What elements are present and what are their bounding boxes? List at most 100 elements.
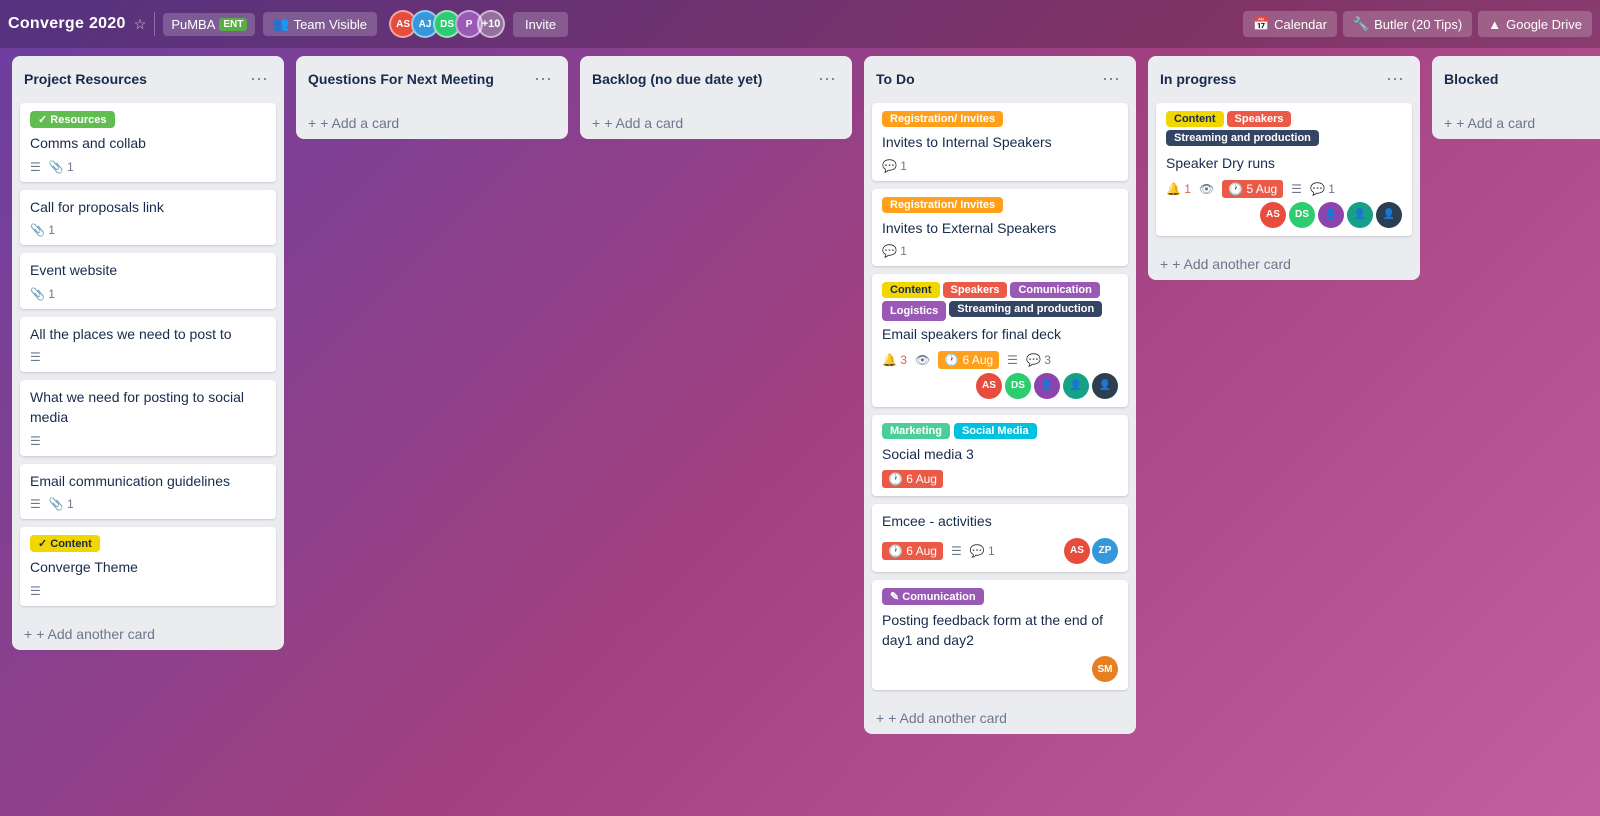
card-meta: SM: [882, 656, 1118, 682]
card-meta: ☰ 📎 1: [30, 497, 266, 511]
attachment-count: 📎 1: [30, 223, 55, 237]
plus-icon: +: [308, 115, 316, 131]
list-cards: [580, 99, 852, 107]
comment-count: 💬 1: [882, 244, 907, 258]
star-icon[interactable]: ☆: [134, 16, 147, 33]
google-drive-button[interactable]: ▲ Google Drive: [1478, 11, 1592, 37]
label-speakers: Speakers: [943, 282, 1008, 298]
pumba-label: PuMBA: [171, 17, 215, 32]
card-avatar-zp: ZP: [1092, 538, 1118, 564]
checklist-icon: ☰: [30, 350, 41, 364]
card-title: Event website: [30, 261, 266, 281]
list-backlog: Backlog (no due date yet) ··· + + Add a …: [580, 56, 852, 139]
list-header: Backlog (no due date yet) ···: [580, 56, 852, 99]
card-internal-speakers[interactable]: Registration/ Invites Invites to Interna…: [872, 103, 1128, 181]
checklist-icon: ☰: [30, 497, 41, 511]
card-title: Comms and collab: [30, 134, 266, 154]
team-visible-label: Team Visible: [294, 17, 367, 32]
calendar-icon: 📅: [1253, 16, 1269, 32]
team-icon: 👥: [273, 16, 289, 32]
list-title: Questions For Next Meeting: [308, 71, 530, 87]
due-date: 🕐 5 Aug: [1222, 180, 1283, 198]
plus-icon: +: [1444, 115, 1452, 131]
card-avatar-as: AS: [1260, 202, 1286, 228]
card-converge-theme[interactable]: ✓ Content Converge Theme ☰: [20, 527, 276, 606]
label-marketing: Marketing: [882, 423, 950, 439]
pumba-button[interactable]: PuMBA ENT: [163, 13, 255, 36]
card-meta: 🕐 6 Aug: [882, 470, 1118, 488]
card-social-media-3[interactable]: Marketing Social Media Social media 3 🕐 …: [872, 415, 1128, 497]
checklist-icon: ☰: [951, 544, 962, 558]
list-to-do: To Do ··· Registration/ Invites Invites …: [864, 56, 1136, 734]
list-title: To Do: [876, 71, 1098, 87]
label-registration: Registration/ Invites: [882, 111, 1003, 127]
card-email-guidelines[interactable]: Email communication guidelines ☰ 📎 1: [20, 464, 276, 520]
card-call-proposals[interactable]: Call for proposals link 📎 1: [20, 190, 276, 246]
card-event-website[interactable]: Event website 📎 1: [20, 253, 276, 309]
header-divider: [154, 12, 155, 36]
list-project-resources: Project Resources ··· ✓ Resources Comms …: [12, 56, 284, 650]
header-actions: 📅 Calendar 🔧 Butler (20 Tips) ▲ Google D…: [1243, 11, 1592, 37]
add-card-button[interactable]: + + Add a card: [296, 107, 568, 139]
comment-count: 💬 3: [1026, 353, 1051, 367]
card-meta: 🕐 6 Aug ☰ 💬 1 AS ZP: [882, 538, 1118, 564]
card-emcee-activities[interactable]: Emcee - activities 🕐 6 Aug ☰ 💬 1 AS ZP: [872, 504, 1128, 572]
list-menu-button[interactable]: ···: [814, 66, 840, 91]
card-title: Posting feedback form at the end of day1…: [882, 611, 1118, 650]
card-meta: 💬 1: [882, 244, 1118, 258]
team-visible-button[interactable]: 👥 Team Visible: [263, 12, 377, 36]
card-social-media-posting[interactable]: What we need for posting to social media…: [20, 380, 276, 455]
card-all-places[interactable]: All the places we need to post to ☰: [20, 317, 276, 373]
add-card-button[interactable]: + + Add a card: [1432, 107, 1600, 139]
calendar-button[interactable]: 📅 Calendar: [1243, 11, 1337, 37]
due-date: 🕐 6 Aug: [882, 470, 943, 488]
add-card-button[interactable]: + + Add another card: [12, 618, 284, 650]
alert-count: 🔔 3: [882, 353, 907, 367]
list-menu-button[interactable]: ···: [1382, 66, 1408, 91]
member-avatars: AS AJ DS P +10: [389, 10, 505, 38]
list-title: Backlog (no due date yet): [592, 71, 814, 87]
card-avatar-3: 👤: [1376, 202, 1402, 228]
list-menu-button[interactable]: ···: [246, 66, 272, 91]
card-avatar-2: 👤: [1063, 373, 1089, 399]
checklist-icon: ☰: [30, 160, 41, 174]
list-menu-button[interactable]: ···: [1098, 66, 1124, 91]
card-title: Email communication guidelines: [30, 472, 266, 492]
butler-button[interactable]: 🔧 Butler (20 Tips): [1343, 11, 1472, 37]
card-speaker-dry-runs[interactable]: Content Speakers Streaming and productio…: [1156, 103, 1412, 236]
board: Project Resources ··· ✓ Resources Comms …: [0, 48, 1600, 816]
card-meta: ☰ 📎 1: [30, 160, 266, 174]
due-date: 🕐 6 Aug: [882, 542, 943, 560]
add-card-button[interactable]: + + Add another card: [1148, 248, 1420, 280]
comment-count: 💬 1: [970, 544, 995, 558]
avatar-more[interactable]: +10: [477, 10, 505, 38]
card-comms-collab[interactable]: ✓ Resources Comms and collab ☰ 📎 1: [20, 103, 276, 182]
add-card-button[interactable]: + + Add another card: [864, 702, 1136, 734]
add-card-button[interactable]: + + Add a card: [580, 107, 852, 139]
attachment-count: 📎 1: [30, 287, 55, 301]
card-title: Invites to External Speakers: [882, 219, 1118, 239]
card-meta: 📎 1: [30, 223, 266, 237]
card-title: Social media 3: [882, 445, 1118, 465]
card-email-speakers[interactable]: Content Speakers Comunication Logistics …: [872, 274, 1128, 407]
list-blocked: Blocked ··· + + Add a card: [1432, 56, 1600, 139]
card-meta: ☰: [30, 434, 266, 448]
add-card-label: + Add another card: [888, 710, 1007, 726]
card-external-speakers[interactable]: Registration/ Invites Invites to Externa…: [872, 189, 1128, 267]
card-meta: ☰: [30, 584, 266, 598]
butler-icon: 🔧: [1353, 16, 1369, 32]
card-avatar-ds: DS: [1289, 202, 1315, 228]
card-feedback-form[interactable]: ✎ Comunication Posting feedback form at …: [872, 580, 1128, 690]
add-card-label: + Add a card: [320, 115, 399, 131]
comment-count: 💬 1: [882, 159, 907, 173]
plus-icon: +: [24, 626, 32, 642]
invite-button[interactable]: Invite: [513, 12, 568, 37]
card-avatar-1: 👤: [1034, 373, 1060, 399]
list-header: Blocked ···: [1432, 56, 1600, 99]
board-title: Converge 2020: [8, 15, 126, 33]
list-cards: Registration/ Invites Invites to Interna…: [864, 99, 1136, 702]
list-in-progress: In progress ··· Content Speakers Streami…: [1148, 56, 1420, 280]
alert-count: 🔔 1: [1166, 182, 1191, 196]
list-menu-button[interactable]: ···: [530, 66, 556, 91]
card-title: Emcee - activities: [882, 512, 1118, 532]
